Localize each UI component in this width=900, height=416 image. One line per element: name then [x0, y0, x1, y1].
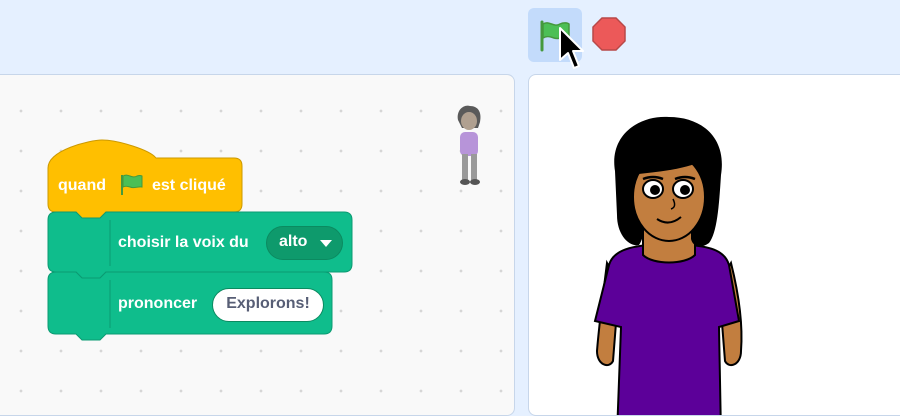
sprite-character[interactable]: [569, 115, 769, 416]
hat-label-clicked: est cliqué: [152, 177, 226, 194]
stage-canvas[interactable]: [528, 74, 900, 416]
stop-sign-icon[interactable]: [592, 17, 626, 51]
mouse-pointer-icon: [559, 27, 584, 69]
speak-label: prononcer: [118, 295, 198, 312]
speak-text-value: Explorons!: [226, 295, 310, 312]
set-voice-label: choisir la voix du: [118, 234, 249, 251]
chevron-down-icon: [320, 240, 332, 247]
speak-text-input[interactable]: Explorons!: [212, 288, 324, 322]
voice-dropdown[interactable]: alto: [266, 226, 343, 260]
voice-dropdown-value: alto: [279, 233, 308, 250]
script-stack[interactable]: [0, 0, 520, 401]
hat-label-when: quand: [58, 177, 106, 194]
